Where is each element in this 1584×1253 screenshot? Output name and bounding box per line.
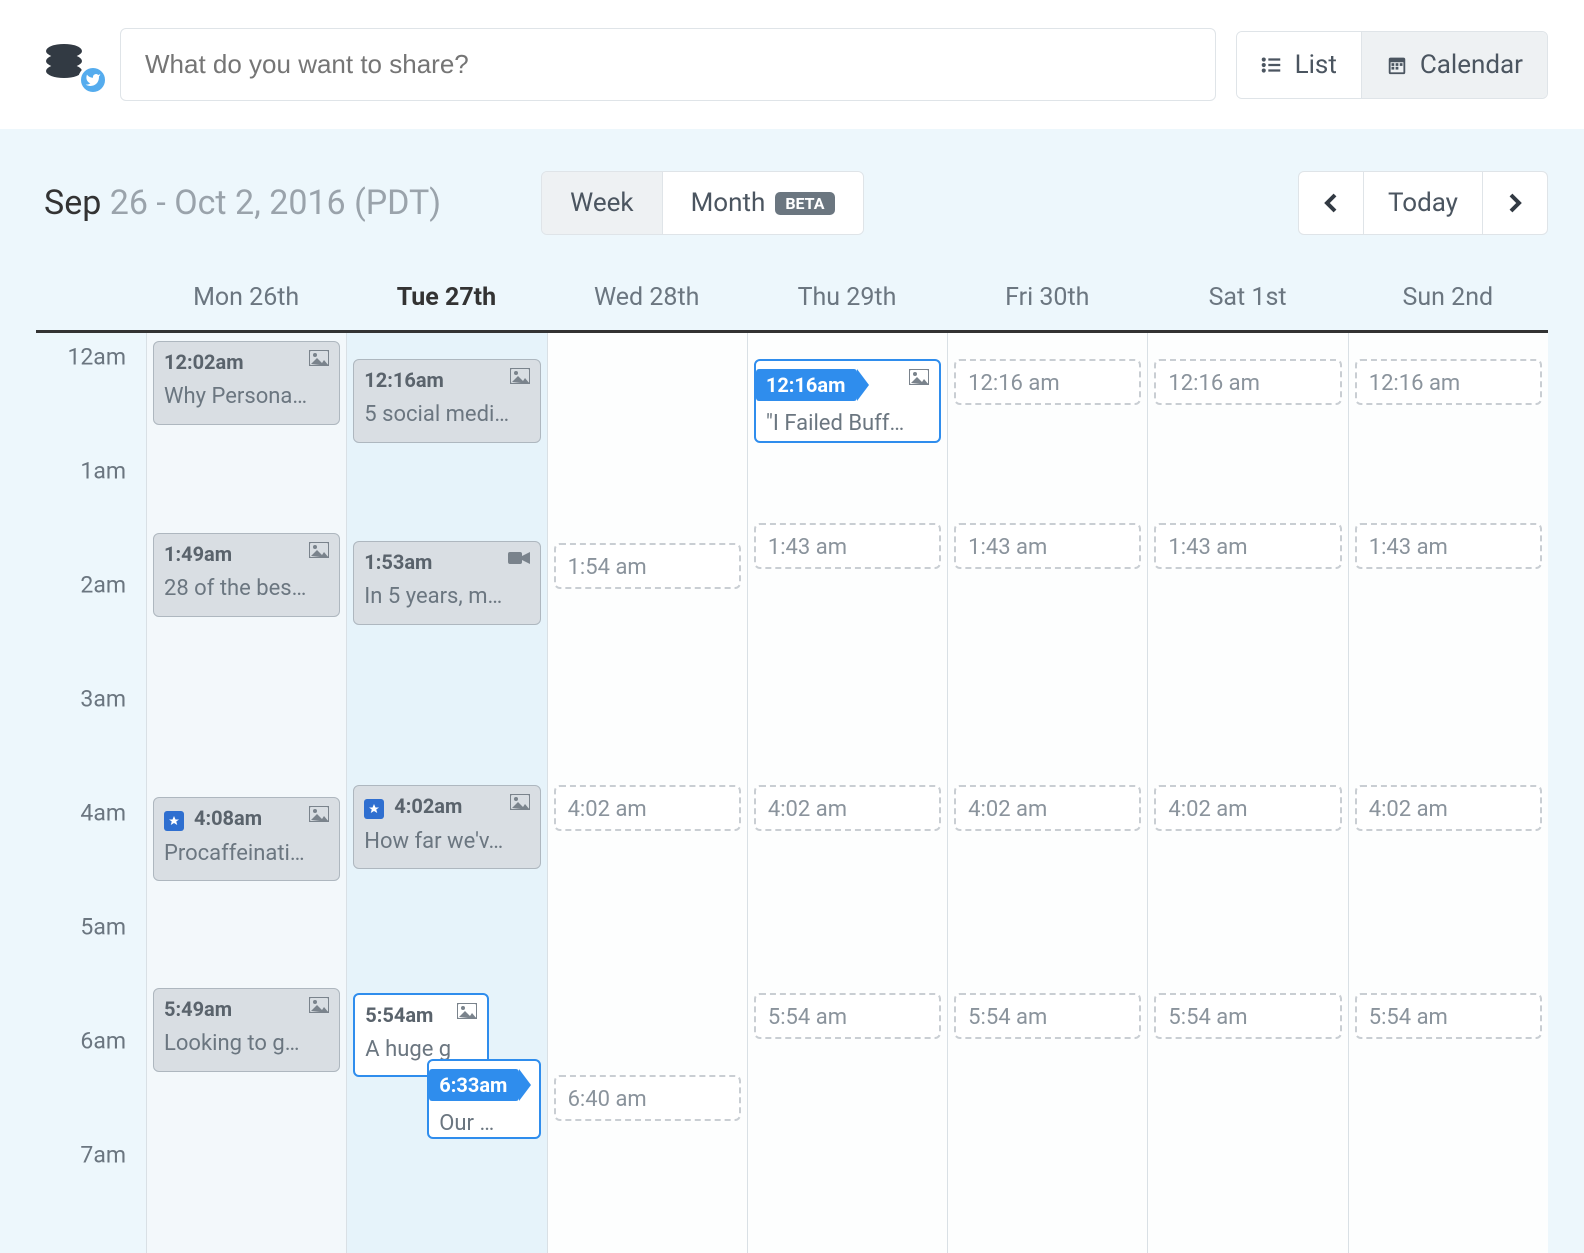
slot[interactable]: 6:40 am [554, 1075, 741, 1121]
day-col-thu: 12:16am "I Failed Buff… 1:43 am 4:02 am … [747, 333, 947, 1253]
day-col-wed: 1:54 am 4:02 am 6:40 am [547, 333, 747, 1253]
event[interactable]: 12:16am 5 social medi… [353, 359, 540, 443]
event[interactable]: 12:02am Why Persona… [153, 341, 340, 425]
today-button[interactable]: Today [1363, 172, 1482, 234]
slot[interactable]: 12:16 am [1154, 359, 1341, 405]
slot[interactable]: 5:54 am [754, 993, 941, 1039]
prev-button[interactable] [1299, 172, 1363, 234]
slot[interactable]: 4:02 am [954, 785, 1141, 831]
star-icon [164, 811, 184, 831]
image-icon [309, 350, 329, 366]
next-button[interactable] [1482, 172, 1547, 234]
view-toggle: List Calendar [1236, 31, 1548, 99]
view-list-button[interactable]: List [1237, 32, 1361, 98]
event[interactable]: 5:49am Looking to g… [153, 988, 340, 1072]
chevron-left-icon [1323, 191, 1339, 215]
chevron-right-icon [1507, 191, 1523, 215]
slot[interactable]: 5:54 am [1355, 993, 1542, 1039]
week-button[interactable]: Week [542, 172, 661, 234]
day-col-mon: 12:02am Why Persona… 1:49am 28 of the be… [146, 333, 346, 1253]
event[interactable]: 4:02am How far we'v… [353, 785, 540, 869]
image-icon [309, 997, 329, 1013]
slot[interactable]: 1:43 am [754, 523, 941, 569]
image-icon [510, 794, 530, 810]
slot[interactable]: 5:54 am [1154, 993, 1341, 1039]
calendar-icon [1386, 54, 1408, 76]
day-col-fri: 12:16 am 1:43 am 4:02 am 5:54 am [947, 333, 1147, 1253]
date-range-label: Sep 26 - Oct 2, 2016 (PDT) [44, 183, 441, 223]
slot[interactable]: 5:54 am [954, 993, 1141, 1039]
day-header: Tue 27th [346, 263, 546, 333]
image-icon [510, 368, 530, 384]
list-icon [1261, 54, 1283, 76]
slot[interactable]: 1:43 am [1154, 523, 1341, 569]
range-toggle: Week Month BETA [541, 171, 863, 235]
event[interactable]: 12:16am "I Failed Buff… [754, 359, 941, 443]
day-header: Sat 1st [1147, 263, 1347, 333]
month-button[interactable]: Month BETA [662, 172, 863, 234]
event[interactable]: 1:49am 28 of the bes… [153, 533, 340, 617]
view-calendar-label: Calendar [1420, 50, 1523, 80]
video-icon [508, 550, 530, 566]
day-header: Mon 26th [146, 263, 346, 333]
view-calendar-button[interactable]: Calendar [1361, 32, 1547, 98]
slot[interactable]: 4:02 am [1154, 785, 1341, 831]
logo[interactable] [42, 39, 100, 91]
slot[interactable]: 12:16 am [1355, 359, 1542, 405]
slot[interactable]: 4:02 am [1355, 785, 1542, 831]
slot[interactable]: 4:02 am [554, 785, 741, 831]
share-input[interactable] [120, 28, 1216, 101]
day-header: Sun 2nd [1348, 263, 1548, 333]
day-col-sun: 12:16 am 1:43 am 4:02 am 5:54 am [1348, 333, 1548, 1253]
event[interactable]: 4:08am Procaffeinati… [153, 797, 340, 881]
slot[interactable]: 1:43 am [954, 523, 1141, 569]
image-icon [457, 1003, 477, 1019]
day-header: Thu 29th [747, 263, 947, 333]
image-icon [909, 369, 929, 385]
beta-badge: BETA [775, 192, 834, 215]
view-list-label: List [1295, 50, 1337, 80]
event[interactable]: 1:53am In 5 years, m… [353, 541, 540, 625]
event[interactable]: 6:33am Our … [427, 1059, 540, 1139]
slot[interactable]: 4:02 am [754, 785, 941, 831]
day-header: Wed 28th [547, 263, 747, 333]
time-axis: 12am 1am 2am 3am 4am 5am 6am 7am [36, 333, 146, 1253]
slot[interactable]: 12:16 am [954, 359, 1141, 405]
day-col-tue: 12:16am 5 social medi… 1:53am In 5 years… [346, 333, 546, 1253]
image-icon [309, 806, 329, 822]
image-icon [309, 542, 329, 558]
twitter-icon [78, 65, 108, 95]
slot[interactable]: 1:43 am [1355, 523, 1542, 569]
date-nav: Today [1298, 171, 1548, 235]
day-col-sat: 12:16 am 1:43 am 4:02 am 5:54 am [1147, 333, 1347, 1253]
slot[interactable]: 1:54 am [554, 543, 741, 589]
star-icon [364, 799, 384, 819]
day-header: Fri 30th [947, 263, 1147, 333]
